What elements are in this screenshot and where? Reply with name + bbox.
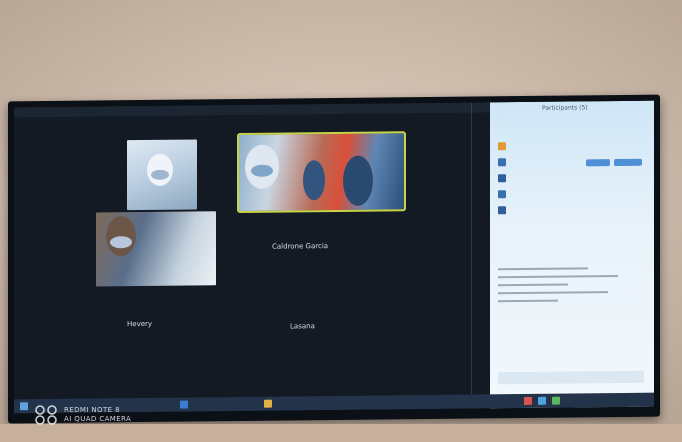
video-tile-active-speaker[interactable] (237, 131, 406, 214)
video-tile-1[interactable] (127, 139, 197, 211)
mute-chip[interactable] (586, 159, 610, 167)
chat-line (498, 267, 588, 271)
browser-icon[interactable] (180, 400, 188, 409)
participant-figure (343, 155, 373, 206)
start-icon[interactable] (20, 402, 28, 411)
chat-input[interactable] (498, 370, 644, 385)
avatar (498, 174, 506, 183)
app-icon[interactable] (552, 396, 560, 405)
window-divider (471, 102, 472, 409)
participant-row[interactable] (498, 205, 648, 217)
participant-figure (303, 160, 325, 201)
avatar (498, 142, 506, 151)
camera-lens-icon (35, 405, 57, 425)
watermark-line1: REDMI NOTE 8 (64, 406, 120, 414)
avatar (498, 190, 506, 199)
participant-name-label: Lasana (290, 322, 315, 331)
panel-title: Participants (5) (542, 104, 588, 112)
participant-row[interactable] (498, 173, 648, 185)
television: Caldrone Garcia Hevery Lasana Participan… (8, 94, 660, 424)
avatar (498, 158, 506, 167)
chat-line (498, 291, 608, 295)
video-tile-3[interactable] (96, 211, 216, 287)
participant-name-label: Caldrone Garcia (272, 242, 329, 251)
avatar (498, 206, 506, 215)
meeting-title-bar (14, 102, 490, 118)
chat-area (498, 261, 648, 363)
chat-line (498, 299, 558, 303)
app-icon[interactable] (524, 396, 532, 406)
app-icon[interactable] (538, 396, 546, 405)
watermark-line2: AI QUAD CAMERA (64, 415, 132, 423)
folder-icon[interactable] (264, 399, 272, 408)
participant-name-label: Hevery (127, 319, 153, 329)
watermark-text: REDMI NOTE 8 AI QUAD CAMERA (64, 406, 131, 424)
participant-row[interactable] (498, 189, 648, 201)
participant-row[interactable] (498, 141, 648, 153)
wall-bottom (0, 424, 682, 442)
participants-panel: Participants (5) (490, 100, 654, 409)
rename-chip[interactable] (614, 158, 642, 167)
chat-line (498, 275, 618, 279)
tv-screen: Caldrone Garcia Hevery Lasana Participan… (14, 100, 654, 414)
chat-line (498, 283, 568, 287)
